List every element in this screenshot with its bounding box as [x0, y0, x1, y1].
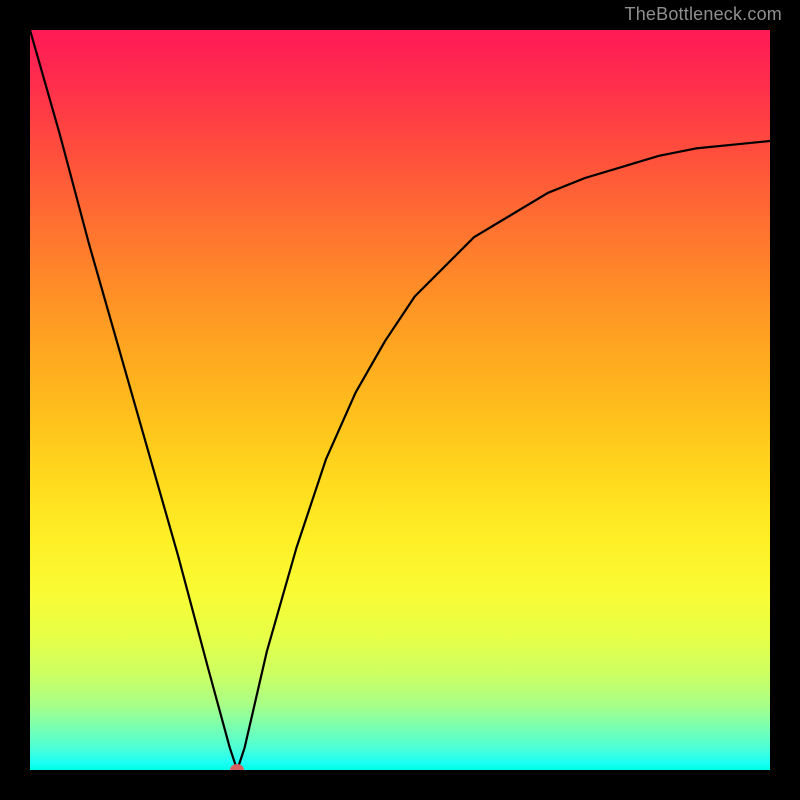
optimal-point-marker — [230, 764, 244, 770]
attribution-text: TheBottleneck.com — [625, 4, 782, 25]
chart-container: TheBottleneck.com — [0, 0, 800, 800]
bottleneck-curve — [30, 30, 770, 770]
plot-area — [30, 30, 770, 770]
